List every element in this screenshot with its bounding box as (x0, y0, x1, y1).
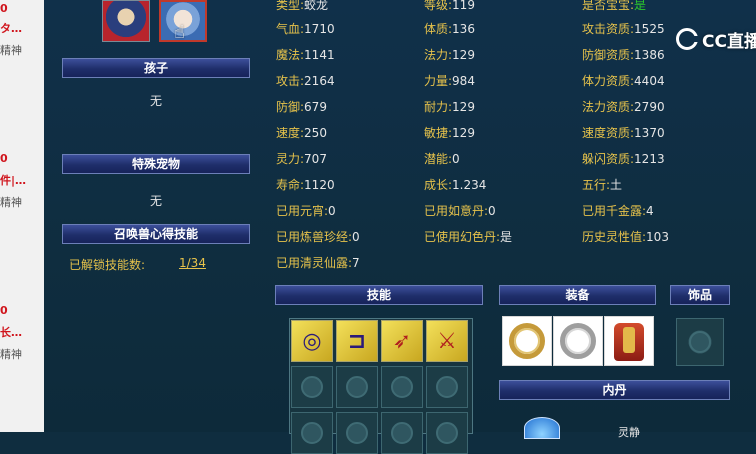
stat-stamina-aptitude: 体力资质:4404 (582, 74, 665, 88)
skills-header: 技能 (275, 285, 483, 305)
stat-defense-aptitude: 防御资质:1386 (582, 48, 665, 62)
left-strip-text: 0 (0, 304, 8, 317)
skill-slot-4[interactable]: ⚔ (426, 320, 468, 362)
empty-skill-slot[interactable] (426, 412, 468, 454)
stat-endurance: 耐力:129 (424, 100, 475, 114)
stat-magic: 法力:129 (424, 48, 475, 62)
empty-skill-slot[interactable] (291, 412, 333, 454)
empty-skill-slot[interactable] (291, 366, 333, 408)
stat-dodge-aptitude: 躲闪资质:1213 (582, 152, 665, 166)
stat-hp: 气血:1710 (276, 22, 335, 36)
stat-mp: 魔法:1141 (276, 48, 335, 62)
left-strip-text: 0 (0, 2, 8, 15)
unlocked-skills-count[interactable]: 1/34 (179, 256, 206, 270)
stat-constitution: 体质:136 (424, 22, 475, 36)
special-pet-value: 无 (150, 194, 163, 208)
stat-qianjin-used: 已用千金露:4 (582, 204, 654, 218)
empty-slot-emblem-icon (346, 376, 368, 398)
stat-magic-aptitude: 法力资质:2790 (582, 100, 665, 114)
stat-lifespan: 寿命:1120 (276, 178, 335, 192)
skill-slot-2[interactable]: ⊐ (336, 320, 378, 362)
special-pet-header: 特殊宠物 (62, 154, 250, 174)
stat-level: 等级:119 (424, 0, 475, 12)
silver-ring-icon (560, 323, 596, 359)
empty-slot-emblem-icon (301, 422, 323, 444)
empty-slot-emblem-icon (436, 376, 458, 398)
stat-yuanxiao-used: 已用元宵:0 (276, 204, 336, 218)
empty-skill-slot[interactable] (381, 366, 423, 408)
equip-slot-1[interactable] (502, 316, 552, 366)
empty-slot-emblem-icon (301, 376, 323, 398)
empty-skill-slot[interactable] (426, 366, 468, 408)
stat-dew-used: 已用清灵仙露:7 (276, 256, 360, 270)
stat-type: 类型:蛟龙 (276, 0, 329, 12)
stat-speed-aptitude: 速度资质:1370 (582, 126, 665, 140)
sword-skill-icon: ⚔ (437, 328, 457, 354)
summon-skill-header: 召唤兽心得技能 (62, 224, 250, 244)
equipment-header: 装备 (499, 285, 656, 305)
stat-defense: 防御:679 (276, 100, 327, 114)
left-chat-strip: 0 タ… 精神 0 件|… 精神 0 长… 精神 (0, 0, 44, 432)
pet-detail-panel: ☝ 孩子 无 特殊宠物 无 召唤兽心得技能 已解锁技能数: 1/34 类型:蛟龙… (44, 0, 756, 454)
cc-logo-icon (676, 28, 699, 50)
swirl-skill-icon: ◎ (302, 328, 322, 354)
stat-speed: 速度:250 (276, 126, 327, 140)
skill-slot-1[interactable]: ◎ (291, 320, 333, 362)
left-strip-text: 0 (0, 152, 8, 165)
equip-slot-2[interactable] (553, 316, 603, 366)
neidan-label-partial: 灵静 (618, 426, 640, 439)
left-strip-text: 精神 (0, 44, 22, 57)
stat-attack-aptitude: 攻击资质:1525 (582, 22, 665, 36)
empty-slot-emblem-icon (346, 422, 368, 444)
stat-color-pill-used: 已使用幻色丹:是 (424, 230, 513, 244)
stat-ruyi-used: 已用如意丹:0 (424, 204, 496, 218)
left-strip-text: タ… (0, 22, 22, 35)
empty-skill-slot[interactable] (336, 366, 378, 408)
neidan-header: 内丹 (499, 380, 730, 400)
stat-history-spirit: 历史灵性值:103 (582, 230, 669, 244)
empty-slot-emblem-icon (689, 331, 711, 353)
stat-is-baby: 是否宝宝:是 (582, 0, 647, 12)
equip-slot-3[interactable] (604, 316, 654, 366)
empty-slot-emblem-icon (391, 422, 413, 444)
empty-slot-emblem-icon (391, 376, 413, 398)
shield-skill-icon: ⊐ (347, 328, 367, 354)
stat-beast-book-used: 已用炼兽珍经:0 (276, 230, 360, 244)
children-value: 无 (150, 94, 163, 108)
hand-cursor-icon: ☝ (174, 22, 185, 43)
left-strip-text: 长… (0, 326, 22, 339)
gold-ring-icon (509, 323, 545, 359)
stat-growth: 成长:1.234 (424, 178, 487, 192)
left-strip-text: 精神 (0, 196, 22, 209)
pet-portrait-1[interactable] (102, 0, 150, 42)
stat-spirit: 灵力:707 (276, 152, 327, 166)
stat-element: 五行:土 (582, 178, 623, 192)
skill-slot-3[interactable]: ➶ (381, 320, 423, 362)
empty-slot-emblem-icon (436, 422, 458, 444)
cc-live-watermark: CC直播 (676, 26, 756, 52)
accessory-slot[interactable] (676, 318, 724, 366)
armor-icon (614, 323, 644, 361)
stat-agility: 敏捷:129 (424, 126, 475, 140)
accessory-header: 饰品 (670, 285, 730, 305)
bow-skill-icon: ➶ (392, 328, 412, 354)
left-strip-text: 件|… (0, 174, 27, 187)
neidan-orb-icon[interactable] (524, 417, 560, 439)
left-strip-text: 精神 (0, 348, 22, 361)
stat-potential: 潜能:0 (424, 152, 460, 166)
empty-skill-slot[interactable] (381, 412, 423, 454)
stat-strength: 力量:984 (424, 74, 475, 88)
empty-skill-slot[interactable] (336, 412, 378, 454)
unlocked-skills-label: 已解锁技能数: (69, 258, 146, 272)
stat-attack: 攻击:2164 (276, 74, 335, 88)
children-header: 孩子 (62, 58, 250, 78)
